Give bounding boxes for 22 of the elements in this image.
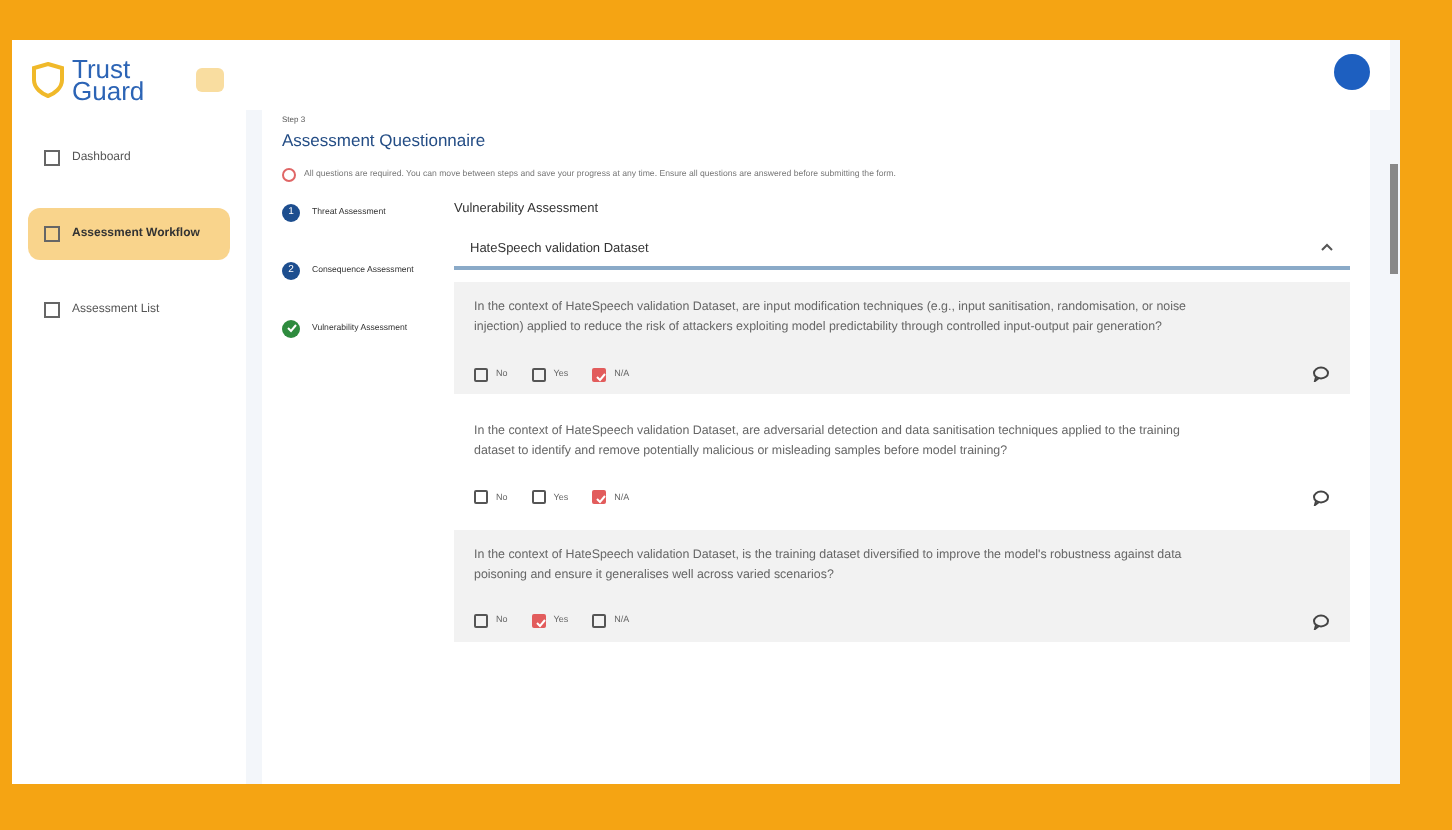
grid-icon: [44, 302, 60, 318]
checkbox[interactable]: [592, 490, 607, 505]
checkbox[interactable]: [531, 614, 546, 629]
checkbox[interactable]: [531, 367, 546, 382]
checkbox[interactable]: [531, 490, 546, 505]
checkbox[interactable]: [592, 614, 607, 629]
menu-toggle-button[interactable]: [196, 68, 225, 92]
grid-icon: [44, 226, 60, 242]
comment-icon[interactable]: [1312, 613, 1330, 630]
logo-text: Trust: [72, 58, 131, 80]
logo-text: Guard: [72, 80, 145, 102]
shield-logo-icon: [32, 62, 64, 98]
checkbox[interactable]: [474, 614, 488, 629]
page-title: Assessment Questionnaire: [282, 128, 488, 154]
checkbox[interactable]: [592, 367, 607, 382]
checkbox[interactable]: [474, 367, 488, 382]
scrollbar-thumb[interactable]: [1390, 164, 1398, 274]
comment-icon[interactable]: [1312, 489, 1330, 506]
comment-icon[interactable]: [1312, 366, 1330, 383]
grid-icon: [44, 150, 60, 166]
checkbox[interactable]: [474, 490, 488, 505]
warning-icon: [282, 167, 296, 182]
